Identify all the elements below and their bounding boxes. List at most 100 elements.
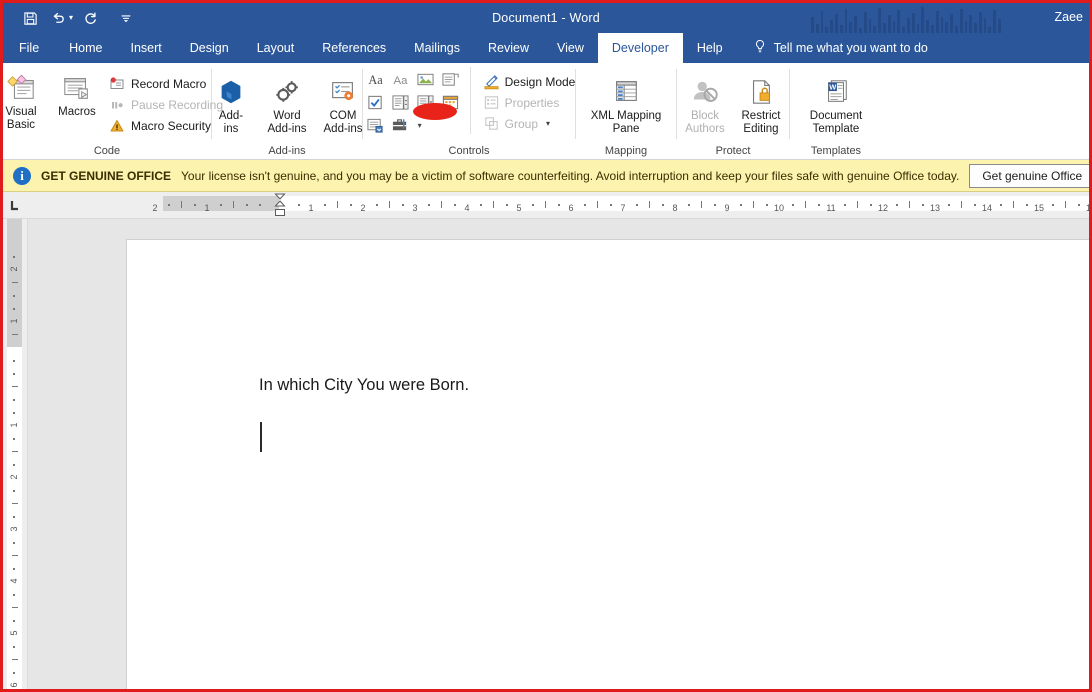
xml-mapping-pane-label-line2: Pane [612, 123, 640, 135]
group-label-code: Code [93, 145, 121, 157]
undo-dropdown-chevron-icon[interactable]: ▾ [69, 14, 73, 22]
save-icon[interactable] [17, 6, 43, 30]
pause-recording-icon [109, 96, 126, 113]
group-dropdown-chevron-icon[interactable]: ▾ [543, 119, 553, 128]
document-template-button[interactable]: W Document Template [792, 71, 880, 136]
visual-basic-icon [5, 71, 37, 105]
tab-developer[interactable]: Developer [597, 33, 683, 63]
vertical-ruler[interactable]: 2 1 1 2 3 4 5 6 [3, 219, 28, 689]
macros-icon [61, 71, 93, 105]
vruler-tick: 3 [9, 526, 19, 532]
indent-markers[interactable] [274, 193, 286, 217]
svg-text:Aa: Aa [394, 75, 409, 87]
ruler-tick: 4 [464, 203, 470, 213]
word-add-ins-icon [272, 75, 302, 109]
group-label-controls: Controls [448, 145, 490, 157]
group-label-protect: Protect [715, 145, 751, 157]
repeating-section-content-control-icon[interactable] [365, 115, 387, 136]
block-authors-button: Block Authors [677, 71, 733, 136]
text-cursor [260, 422, 262, 452]
genuine-office-notification-bar: i GET GENUINE OFFICE Your license isn't … [3, 160, 1089, 192]
vruler-tick: 2 [9, 474, 19, 480]
undo-icon[interactable] [45, 6, 71, 30]
get-genuine-office-button[interactable]: Get genuine Office [969, 163, 1089, 188]
restrict-editing-label-line1: Restrict [741, 110, 781, 122]
ruler-tick: 11 [826, 203, 836, 213]
tab-layout[interactable]: Layout [243, 33, 309, 63]
tab-review[interactable]: Review [474, 33, 543, 63]
tell-me-label: Tell me what you want to do [773, 41, 928, 55]
word-add-ins-label-line2: Add-ins [267, 123, 307, 135]
ribbon-group-protect: Block Authors Restrict Editing Protect [677, 63, 789, 159]
design-mode-label: Design Mode [504, 74, 576, 89]
ruler-tick: 9 [724, 203, 730, 213]
picture-content-control-icon[interactable] [415, 69, 437, 90]
tab-insert[interactable]: Insert [117, 33, 176, 63]
vruler-tick: 1 [9, 318, 19, 324]
tab-home[interactable]: Home [55, 33, 116, 63]
ruler-tick: 2 [360, 203, 366, 213]
macros-button[interactable]: Macros [49, 67, 105, 119]
combo-box-content-control-icon[interactable] [390, 92, 412, 113]
check-box-content-control-icon[interactable] [365, 92, 387, 113]
tab-view[interactable]: View [543, 33, 598, 63]
ruler-tick: 6 [568, 203, 574, 213]
document-template-label-line2: Template [812, 123, 860, 135]
legacy-tools-icon[interactable] [390, 115, 412, 136]
ribbon-group-mapping: XML Mapping Pane Mapping [576, 63, 676, 159]
document-canvas[interactable]: In which City You were Born. [28, 219, 1089, 689]
design-mode-button[interactable]: Design Mode [479, 71, 580, 92]
document-page[interactable]: In which City You were Born. [126, 239, 1089, 689]
vruler-top-margin-band [7, 219, 22, 347]
ruler-strip[interactable]: 2 1 1 2 3 4 5 6 7 8 9 10 11 12 13 14 15 … [27, 192, 1089, 218]
document-template-label-line1: Document [809, 110, 863, 122]
visual-basic-button[interactable]: Visual Basic [3, 67, 49, 132]
tab-references[interactable]: References [308, 33, 400, 63]
plain-text-content-control-icon[interactable]: Aa [390, 69, 412, 90]
content-controls-gallery: Aa Aa ▾ [359, 67, 464, 136]
left-tab-stop-icon[interactable] [3, 192, 27, 218]
user-account-name[interactable]: Zaee [1055, 10, 1084, 24]
ruler-tick: 2 [152, 203, 158, 213]
group-label-templates: Templates [810, 145, 862, 157]
block-authors-icon [690, 75, 720, 109]
title-bar-decoration [811, 3, 1001, 33]
ruler-tick: 12 [877, 203, 889, 213]
rich-text-content-control-icon[interactable]: Aa [365, 69, 387, 90]
word-application-window: ▾ Document1 - Word Zaee File Home Insert… [0, 0, 1092, 692]
xml-mapping-pane-button[interactable]: XML Mapping Pane [578, 71, 674, 136]
legacy-tools-dropdown-chevron-icon[interactable]: ▾ [415, 121, 425, 130]
tell-me-search[interactable]: Tell me what you want to do [737, 33, 938, 63]
restrict-editing-icon [746, 75, 776, 109]
group-icon [483, 115, 500, 132]
block-authors-label-line1: Block [690, 110, 720, 122]
ribbon-group-controls: Aa Aa ▾ Design Mode Properties Group ▾ C… [363, 63, 575, 159]
document-body-text[interactable]: In which City You were Born. [259, 376, 469, 395]
ribbon: Visual Basic Macros Record Macro Pause R… [3, 63, 1089, 160]
redo-icon[interactable] [77, 6, 103, 30]
add-ins-button[interactable]: Add- ins [203, 71, 259, 136]
tab-help[interactable]: Help [683, 33, 737, 63]
tab-file[interactable]: File [3, 33, 55, 63]
macros-label: Macros [58, 106, 96, 118]
com-add-ins-label-line2: Add-ins [323, 123, 363, 135]
ribbon-group-code: Visual Basic Macros Record Macro Pause R… [3, 63, 223, 159]
workspace: 2 1 1 2 3 4 5 6 In which City You were B… [3, 219, 1089, 689]
add-ins-label-line2: ins [223, 123, 239, 135]
ruler-tick: 16 [1086, 203, 1089, 213]
xml-mapping-pane-label-line1: XML Mapping [590, 110, 662, 122]
tab-design[interactable]: Design [176, 33, 243, 63]
horizontal-ruler: 2 1 1 2 3 4 5 6 7 8 9 10 11 12 13 14 15 … [3, 192, 1089, 219]
vruler-tick: 4 [9, 578, 19, 584]
customize-quick-access-icon[interactable] [113, 6, 139, 30]
building-block-gallery-icon[interactable] [440, 69, 462, 90]
word-add-ins-button[interactable]: Word Add-ins [259, 71, 315, 136]
ruler-page-band [279, 196, 1089, 211]
ribbon-group-templates: W Document Template Templates [790, 63, 882, 159]
properties-label: Properties [504, 95, 560, 110]
ruler-tick: 10 [773, 203, 785, 213]
tab-mailings[interactable]: Mailings [400, 33, 474, 63]
restrict-editing-button[interactable]: Restrict Editing [733, 71, 789, 136]
block-authors-label-line2: Authors [685, 123, 725, 135]
vruler-tick: 6 [9, 682, 19, 688]
